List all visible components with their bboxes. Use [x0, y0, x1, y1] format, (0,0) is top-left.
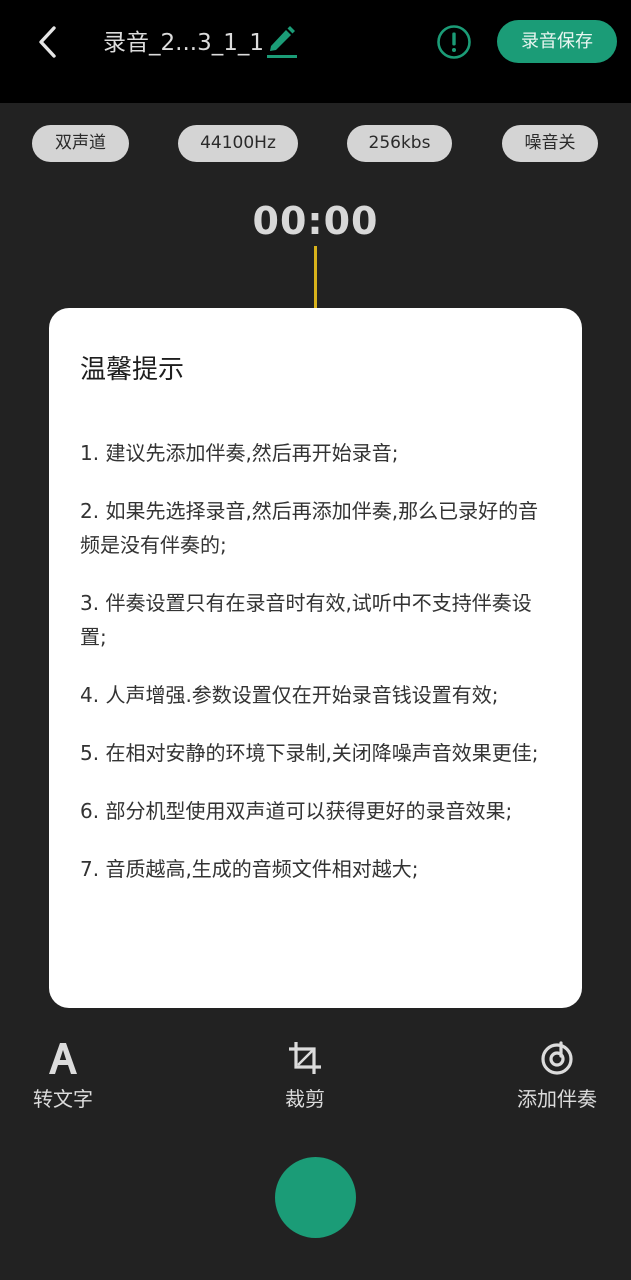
playhead-marker [314, 246, 317, 310]
channel-setting-chip[interactable]: 双声道 [32, 125, 129, 162]
tips-list: 1. 建议先添加伴奏,然后再开始录音; 2. 如果先选择录音,然后再添加伴奏,那… [80, 436, 558, 910]
pencil-icon [267, 26, 297, 58]
sample-rate-chip[interactable]: 44100Hz [178, 125, 298, 162]
bitrate-chip[interactable]: 256kbs [347, 125, 452, 162]
save-recording-button[interactable]: 录音保存 [497, 20, 617, 63]
speech-to-text-button[interactable]: 转文字 [20, 1040, 106, 1120]
crop-button[interactable]: 裁剪 [270, 1040, 340, 1120]
speech-to-text-label: 转文字 [33, 1087, 93, 1111]
dialog-title: 温馨提示 [80, 355, 185, 385]
tip-item: 7. 音质越高,生成的音频文件相对越大; [80, 857, 419, 881]
music-disc-icon [541, 1041, 573, 1075]
recording-screen: 录音_2...3_1_1 录音保存 双声道 44100Hz 256kbs 噪音关… [0, 0, 631, 1280]
letter-a-icon [49, 1043, 77, 1074]
exclamation-circle-icon [437, 25, 471, 59]
edit-title-button[interactable] [264, 22, 300, 60]
top-bar: 录音_2...3_1_1 录音保存 [0, 0, 631, 103]
noise-toggle-chip[interactable]: 噪音关 [502, 125, 598, 162]
back-button[interactable] [28, 22, 68, 62]
tip-item: 5. 在相对安静的环境下录制,关闭降噪声音效果更佳; [80, 741, 539, 765]
recording-timer: 00:00 [252, 199, 379, 243]
crop-icon [289, 1042, 321, 1074]
info-button[interactable] [436, 24, 472, 60]
tip-item: 3. 伴奏设置只有在录音时有效,试听中不支持伴奏设置; [80, 591, 532, 649]
recording-title: 录音_2...3_1_1 [103, 30, 264, 56]
tip-item: 1. 建议先添加伴奏,然后再开始录音; [80, 441, 399, 465]
crop-label: 裁剪 [285, 1087, 325, 1111]
tip-item: 6. 部分机型使用双声道可以获得更好的录音效果; [80, 799, 513, 823]
chevron-left-icon [39, 26, 56, 58]
tip-item: 2. 如果先选择录音,然后再添加伴奏,那么已录好的音频是没有伴奏的; [80, 499, 539, 557]
tips-dialog: 温馨提示 1. 建议先添加伴奏,然后再开始录音; 2. 如果先选择录音,然后再添… [49, 308, 582, 1008]
record-button[interactable] [275, 1157, 356, 1238]
add-accompaniment-label: 添加伴奏 [517, 1087, 597, 1111]
add-accompaniment-button[interactable]: 添加伴奏 [505, 1040, 609, 1120]
tip-item: 4. 人声增强.参数设置仅在开始录音钱设置有效; [80, 683, 499, 707]
